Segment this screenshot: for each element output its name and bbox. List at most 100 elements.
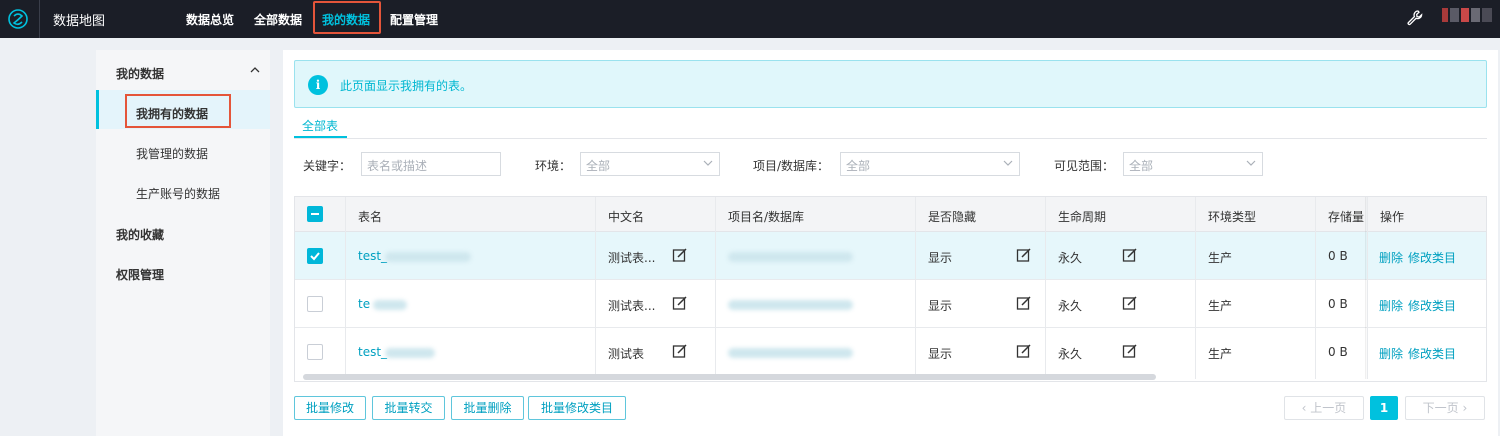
- storage-cell: 0 B: [1328, 297, 1348, 311]
- redacted-name: [385, 252, 471, 262]
- col-header-env[interactable]: 环境类型: [1208, 208, 1256, 225]
- sidebar-group-favorites[interactable]: 我的收藏: [116, 226, 164, 243]
- info-text: 此页面显示我拥有的表。: [340, 79, 473, 93]
- redacted-project: [728, 300, 853, 310]
- sidebar-group-permissions[interactable]: 权限管理: [116, 266, 164, 283]
- next-page-button[interactable]: 下一页 ›: [1405, 396, 1485, 420]
- table-row[interactable]: test_ 测试表 显示 永久 生产 0 B 删除 修改类目: [295, 328, 1486, 376]
- modify-category-link[interactable]: 修改类目: [1408, 297, 1456, 314]
- nav-config[interactable]: 配置管理: [390, 11, 438, 28]
- chevron-up-icon[interactable]: [250, 66, 260, 74]
- main-content: i 此页面显示我拥有的表。 全部表 关键字： 表名或描述 环境： 全部 项目/数…: [283, 50, 1498, 436]
- env-label: 环境：: [535, 159, 572, 173]
- env-cell: 生产: [1208, 347, 1233, 361]
- storage-cell: 0 B: [1328, 345, 1348, 359]
- user-avatar[interactable]: [1442, 8, 1493, 22]
- delete-link[interactable]: 删除: [1379, 345, 1403, 362]
- nav-overview[interactable]: 数据总览: [186, 11, 234, 28]
- prev-page-label: 上一页: [1310, 401, 1347, 415]
- cn-name-cell: 测试表...: [608, 299, 656, 313]
- col-divider: [1045, 197, 1046, 379]
- edit-icon[interactable]: [672, 247, 688, 263]
- sidebar-item-prod-account[interactable]: 生产账号的数据: [136, 185, 220, 202]
- sidebar-group-my-data[interactable]: 我的数据: [116, 65, 164, 82]
- horizontal-scrollbar[interactable]: [303, 374, 1156, 380]
- row-checkbox[interactable]: [307, 296, 323, 312]
- table-row[interactable]: te 测试表... 显示 永久 生产 0 B 删除 修改类目: [295, 280, 1486, 328]
- col-header-hidden[interactable]: 是否隐藏: [928, 208, 976, 225]
- keyword-input[interactable]: 表名或描述: [361, 152, 501, 176]
- edit-icon[interactable]: [1016, 343, 1032, 359]
- scope-select-value: 全部: [1129, 159, 1154, 173]
- edit-icon[interactable]: [672, 295, 688, 311]
- delete-link[interactable]: 删除: [1379, 249, 1403, 266]
- row-checkbox[interactable]: [307, 344, 323, 360]
- cn-name-cell: 测试表...: [608, 251, 656, 265]
- data-table: 表名 中文名 项目名/数据库 是否隐藏 生命周期 环境类型 存储量 操作 tes…: [294, 196, 1487, 382]
- info-banner: i 此页面显示我拥有的表。: [294, 60, 1487, 108]
- redacted-project: [728, 348, 853, 358]
- wrench-icon[interactable]: [1406, 9, 1424, 27]
- sidebar-highlight-box: [125, 94, 231, 128]
- table-row[interactable]: test_ 测试表... 显示 永久 生产 0 B 删除 修改类目: [295, 232, 1486, 280]
- row-checkbox[interactable]: [307, 248, 323, 264]
- info-icon: i: [308, 75, 328, 95]
- edit-icon[interactable]: [1016, 247, 1032, 263]
- delete-link[interactable]: 删除: [1379, 297, 1403, 314]
- page-number-current[interactable]: 1: [1370, 396, 1398, 420]
- project-select[interactable]: 全部: [840, 152, 1020, 176]
- edit-icon[interactable]: [1122, 247, 1138, 263]
- lifecycle-cell: 永久: [1058, 251, 1083, 265]
- col-header-project[interactable]: 项目名/数据库: [728, 208, 804, 225]
- chevron-down-icon: [1246, 160, 1256, 166]
- scope-select[interactable]: 全部: [1123, 152, 1263, 176]
- col-header-storage[interactable]: 存储量: [1328, 208, 1364, 225]
- col-header-lifecycle[interactable]: 生命周期: [1058, 208, 1106, 225]
- bulk-delete-button[interactable]: 批量删除: [451, 396, 524, 420]
- prev-page-button[interactable]: ‹ 上一页: [1284, 396, 1364, 420]
- keyword-label: 关键字：: [303, 159, 352, 173]
- project-label: 项目/数据库：: [753, 159, 830, 173]
- chevron-right-icon: ›: [1458, 401, 1468, 415]
- nav-all-data[interactable]: 全部数据: [254, 11, 302, 28]
- env-select[interactable]: 全部: [580, 152, 720, 176]
- edit-icon[interactable]: [1122, 343, 1138, 359]
- next-page-label: 下一页: [1422, 401, 1459, 415]
- hidden-cell: 显示: [928, 299, 953, 313]
- sidebar-item-managed[interactable]: 我管理的数据: [136, 145, 208, 162]
- tab-all-tables[interactable]: 全部表: [302, 117, 338, 134]
- edit-icon[interactable]: [1122, 295, 1138, 311]
- bulk-modify-button[interactable]: 批量修改: [294, 396, 366, 420]
- bulk-modify-category-button[interactable]: 批量修改类目: [528, 396, 626, 420]
- col-divider: [1195, 197, 1196, 379]
- table-name-link[interactable]: test_: [358, 249, 387, 263]
- select-all-checkbox[interactable]: [307, 206, 323, 222]
- top-bar: 数据地图 数据总览 全部数据 我的数据 配置管理: [0, 0, 1500, 38]
- project-select-value: 全部: [846, 159, 871, 173]
- chevron-down-icon: [1003, 160, 1013, 166]
- brand-title[interactable]: 数据地图: [53, 10, 105, 29]
- col-divider: [1367, 197, 1368, 379]
- col-divider: [715, 197, 716, 379]
- env-select-value: 全部: [586, 159, 611, 173]
- fixed-column-shadow: [1365, 197, 1367, 379]
- app-logo-icon[interactable]: [7, 8, 29, 30]
- chevron-left-icon: ‹: [1301, 401, 1311, 415]
- modify-category-link[interactable]: 修改类目: [1408, 345, 1456, 362]
- brand-divider: [39, 0, 40, 38]
- col-header-name[interactable]: 表名: [358, 208, 382, 225]
- table-name-link[interactable]: te: [358, 297, 370, 311]
- edit-icon[interactable]: [1016, 295, 1032, 311]
- table-name-link[interactable]: test_: [358, 345, 387, 359]
- bulk-transfer-button[interactable]: 批量转交: [372, 396, 445, 420]
- hidden-cell: 显示: [928, 251, 953, 265]
- nav-highlight-box: [313, 1, 381, 34]
- modify-category-link[interactable]: 修改类目: [1408, 249, 1456, 266]
- redacted-name: [373, 300, 407, 310]
- keyword-placeholder: 表名或描述: [367, 159, 428, 173]
- env-cell: 生产: [1208, 299, 1233, 313]
- edit-icon[interactable]: [672, 343, 688, 359]
- chevron-down-icon: [703, 160, 713, 166]
- scope-label: 可见范围：: [1054, 159, 1115, 173]
- col-header-cn-name[interactable]: 中文名: [608, 208, 644, 225]
